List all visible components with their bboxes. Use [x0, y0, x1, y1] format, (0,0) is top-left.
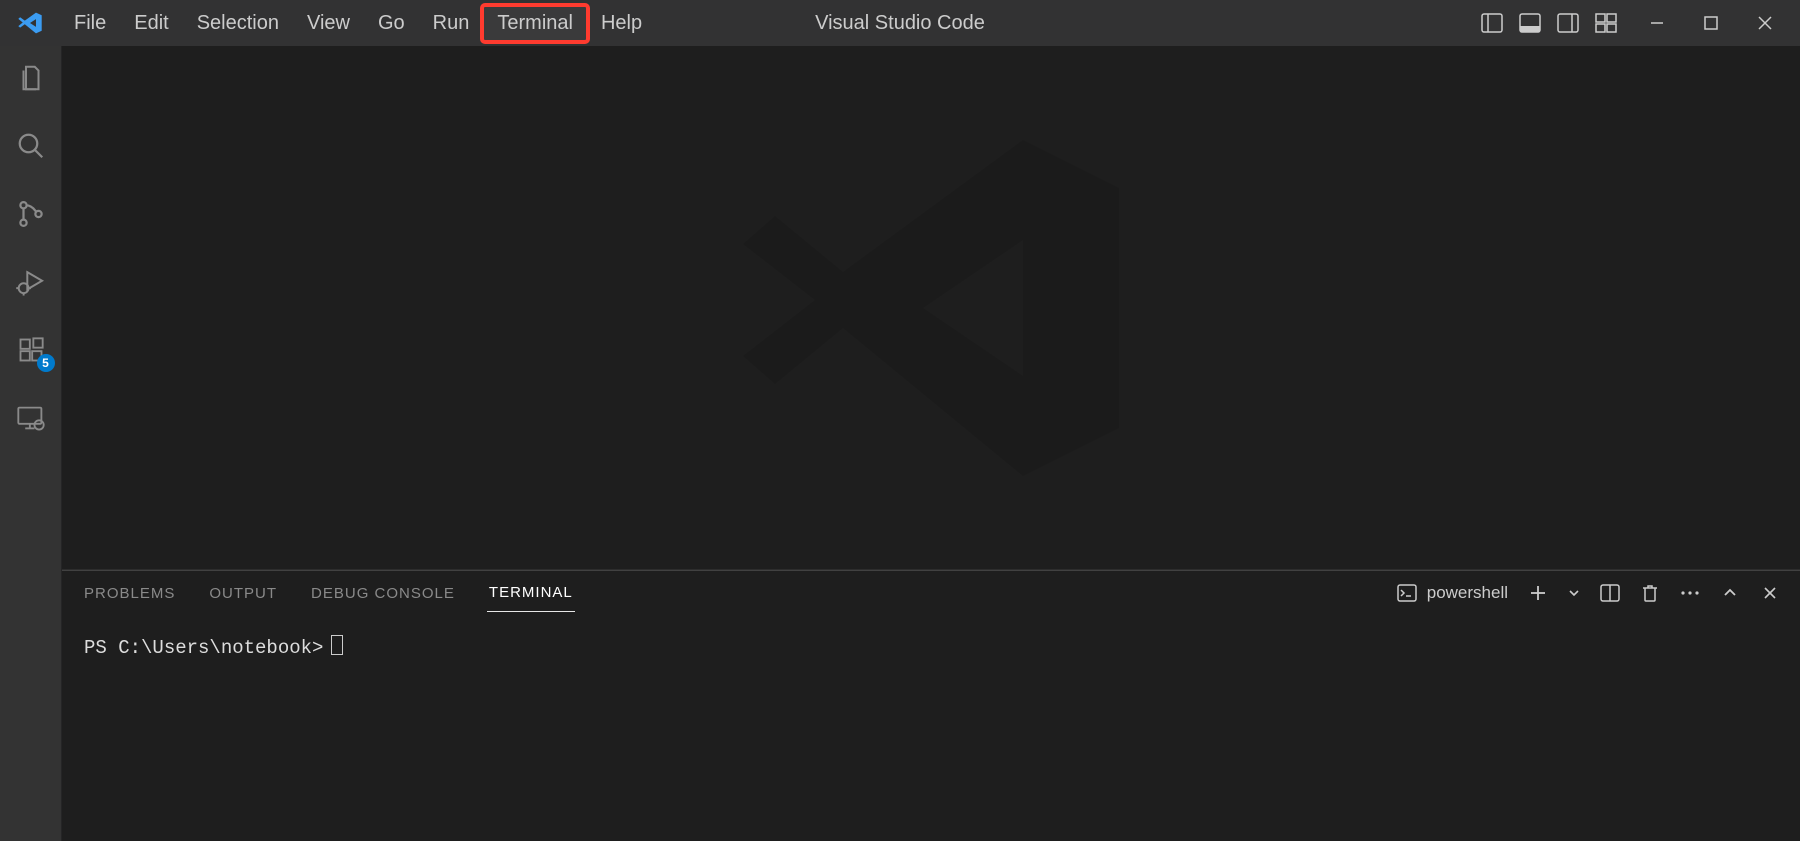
- activity-extensions-icon[interactable]: 5: [13, 332, 49, 368]
- activity-search-icon[interactable]: [13, 128, 49, 164]
- toggle-primary-sidebar-icon[interactable]: [1480, 11, 1504, 35]
- new-terminal-icon[interactable]: [1528, 583, 1548, 603]
- panel-tab-terminal[interactable]: TERMINAL: [487, 574, 575, 612]
- panel-tab-debug-console[interactable]: DEBUG CONSOLE: [309, 575, 457, 612]
- menu-file[interactable]: File: [60, 6, 120, 41]
- terminal-launch-profile-chevron-icon[interactable]: [1568, 583, 1580, 603]
- terminal-body[interactable]: PS C:\Users\notebook>: [62, 615, 1800, 841]
- activity-source-control-icon[interactable]: [13, 196, 49, 232]
- main-area: 5 PROBLEMS OUTPUT DEBUG CONSOLE TERMINAL: [0, 46, 1800, 841]
- vscode-watermark-icon: [731, 108, 1131, 508]
- panel-tab-problems[interactable]: PROBLEMS: [82, 575, 177, 612]
- minimize-icon[interactable]: [1648, 14, 1666, 32]
- menu-go[interactable]: Go: [364, 6, 419, 41]
- panel-tabs: PROBLEMS OUTPUT DEBUG CONSOLE TERMINAL p…: [62, 571, 1800, 615]
- activity-bar: 5: [0, 46, 62, 841]
- maximize-panel-icon[interactable]: [1720, 583, 1740, 603]
- menu-run[interactable]: Run: [419, 6, 484, 41]
- extensions-badge: 5: [37, 354, 55, 372]
- panel-tab-output[interactable]: OUTPUT: [207, 575, 279, 612]
- activity-explorer-icon[interactable]: [13, 60, 49, 96]
- panel-actions: powershell: [1397, 583, 1780, 603]
- close-panel-icon[interactable]: [1760, 583, 1780, 603]
- menu-edit[interactable]: Edit: [120, 6, 182, 41]
- editor-content: PROBLEMS OUTPUT DEBUG CONSOLE TERMINAL p…: [62, 46, 1800, 841]
- customize-layout-icon[interactable]: [1594, 11, 1618, 35]
- toggle-secondary-sidebar-icon[interactable]: [1556, 11, 1580, 35]
- terminal-prompt: PS C:\Users\notebook>: [84, 637, 323, 659]
- more-actions-icon[interactable]: [1680, 583, 1700, 603]
- terminal-kind-label: powershell: [1427, 583, 1508, 603]
- terminal-profile-selector[interactable]: powershell: [1397, 583, 1508, 603]
- title-bar: File Edit Selection View Go Run Terminal…: [0, 0, 1800, 46]
- toggle-panel-icon[interactable]: [1518, 11, 1542, 35]
- layout-controls: [1480, 11, 1618, 35]
- menu-selection[interactable]: Selection: [183, 6, 293, 41]
- kill-terminal-icon[interactable]: [1640, 583, 1660, 603]
- maximize-icon[interactable]: [1702, 14, 1720, 32]
- bottom-panel: PROBLEMS OUTPUT DEBUG CONSOLE TERMINAL p…: [62, 570, 1800, 841]
- activity-run-debug-icon[interactable]: [13, 264, 49, 300]
- menu-help[interactable]: Help: [587, 6, 656, 41]
- window-controls: [1648, 14, 1800, 32]
- split-terminal-icon[interactable]: [1600, 583, 1620, 603]
- app-title: Visual Studio Code: [815, 12, 985, 35]
- activity-remote-explorer-icon[interactable]: [13, 400, 49, 436]
- editor-area: [62, 46, 1800, 570]
- menu-terminal[interactable]: Terminal: [483, 6, 587, 41]
- vscode-logo-icon: [0, 10, 60, 36]
- close-icon[interactable]: [1756, 14, 1774, 32]
- terminal-cursor: [331, 635, 343, 655]
- menu-bar: File Edit Selection View Go Run Terminal…: [60, 6, 656, 41]
- menu-view[interactable]: View: [293, 6, 364, 41]
